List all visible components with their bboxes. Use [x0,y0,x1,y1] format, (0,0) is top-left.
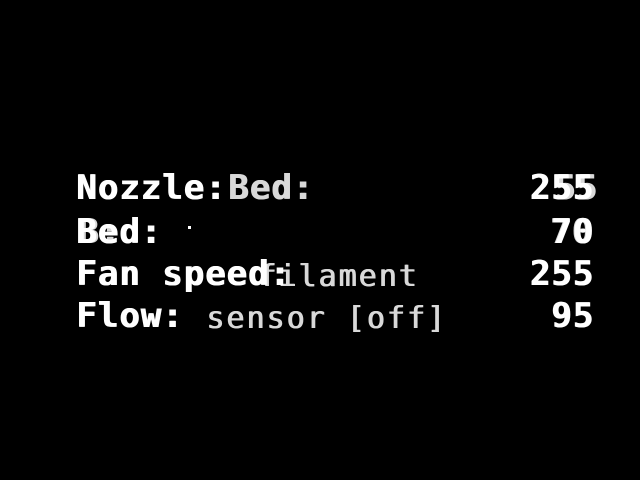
filament-label: filament [258,259,419,294]
overlap-bed-label: Bed: [228,168,314,208]
fan-speed-value: 255 [529,254,594,294]
overlap-bed-short-label: B: [78,212,121,252]
lcd-status-screen: Nozzle: Bed: 255 55 Bed: B: 70 70 Fan sp… [0,0,640,480]
overlap-nozzle-value: 55 [555,168,598,208]
flow-value: 95 [551,296,594,336]
status-line-nozzle: Nozzle: Bed: 255 55 [76,168,597,214]
nozzle-label: Nozzle: [76,168,227,208]
overlap-bed-value: 70 [550,212,593,252]
pixel-artifact [188,226,191,229]
status-line-fan-speed: Fan speed: filament 255 [76,254,594,300]
sensor-status-label: sensor [off] [206,301,447,336]
flow-label: Flow: [76,296,184,336]
status-line-bed: Bed: B: 70 70 [76,212,594,258]
status-line-flow: Flow: sensor [off] 95 [76,296,594,342]
